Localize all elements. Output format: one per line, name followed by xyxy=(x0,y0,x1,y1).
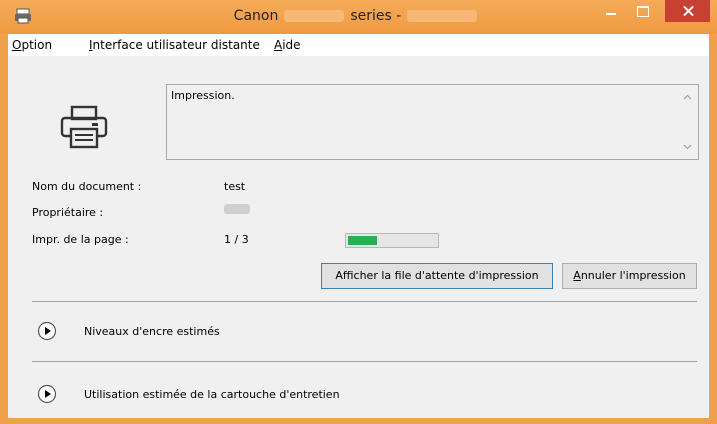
page-label: Impr. de la page : xyxy=(32,233,129,246)
cancel-printing-accel: A xyxy=(573,269,581,282)
print-progress-bar xyxy=(345,233,439,248)
menu-help-label: ide xyxy=(282,38,301,52)
status-message-box[interactable]: Impression. xyxy=(166,84,699,160)
menu-bar: Option Interface utilisateur distante Ai… xyxy=(8,34,709,57)
cancel-printing-label: nnuler l'impression xyxy=(580,269,686,282)
redacted-printer-name xyxy=(407,10,478,22)
cancel-printing-button[interactable]: Annuler l'impression xyxy=(562,263,697,289)
expand-maintenance-icon[interactable] xyxy=(37,384,57,404)
menu-help[interactable]: Aide xyxy=(274,38,301,52)
title-prefix: Canon xyxy=(233,8,279,24)
scroll-up-icon[interactable] xyxy=(683,93,692,102)
client-area: Impression. Nom du document : test Propr… xyxy=(8,56,709,418)
maximize-icon[interactable] xyxy=(628,0,658,22)
status-message: Impression. xyxy=(171,89,235,102)
print-progress-fill xyxy=(348,236,378,245)
title-suffix: series - xyxy=(350,8,402,24)
title-bar[interactable]: Canon series - xyxy=(0,0,717,34)
scroll-down-icon[interactable] xyxy=(683,142,692,151)
ink-levels-label[interactable]: Niveaux d'encre estimés xyxy=(84,325,220,338)
menu-option-label: ption xyxy=(21,38,53,52)
show-print-queue-button[interactable]: Afficher la file d'attente d'impression xyxy=(321,263,553,289)
document-name-label: Nom du document : xyxy=(32,180,142,193)
maintenance-cartridge-label[interactable]: Utilisation estimée de la cartouche d'en… xyxy=(84,388,340,401)
owner-value-redacted xyxy=(224,204,250,214)
menu-help-accel: A xyxy=(274,38,283,52)
menu-remote-ui[interactable]: Interface utilisateur distante xyxy=(89,38,260,52)
minimize-icon[interactable] xyxy=(596,0,626,22)
divider-middle xyxy=(32,361,697,362)
expand-ink-levels-icon[interactable] xyxy=(37,321,57,341)
document-name-value: test xyxy=(224,180,246,193)
owner-label: Propriétaire : xyxy=(32,206,104,219)
redacted-model xyxy=(284,10,345,22)
divider-top xyxy=(32,301,697,302)
menu-remote-ui-label: nterface utilisateur distante xyxy=(92,38,260,52)
close-icon[interactable] xyxy=(665,0,710,22)
menu-option[interactable]: Option xyxy=(12,38,52,52)
page-value: 1 / 3 xyxy=(224,233,249,246)
printer-status-window: Canon series - Option Interface utilisate… xyxy=(0,0,717,424)
printer-icon xyxy=(60,105,108,149)
